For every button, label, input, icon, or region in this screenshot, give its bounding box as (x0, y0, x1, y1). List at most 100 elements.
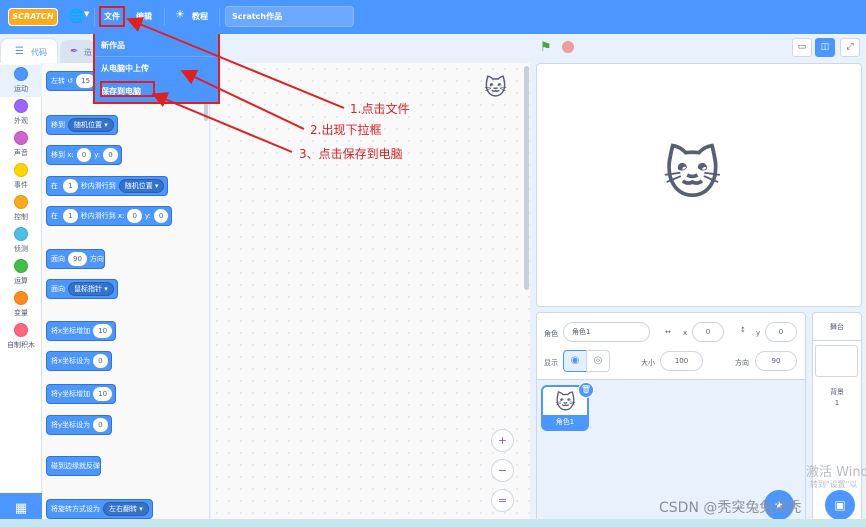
stage-thumbnail[interactable] (815, 345, 858, 377)
rotation-style-block[interactable]: 将旋转方式设为 左右翻转 ▾ (46, 499, 153, 519)
point-towards-block[interactable]: 面向 鼠标指针 ▾ (46, 279, 118, 299)
edit-menu-button[interactable]: 编辑 (136, 11, 152, 22)
block-dropdown[interactable]: 左右翻转 ▾ (103, 502, 149, 516)
category-looks[interactable]: 外观 (0, 97, 42, 129)
block-input[interactable]: 0 (153, 209, 169, 223)
change-y-block[interactable]: 将y坐标增加 10 (46, 384, 117, 404)
category-my-blocks[interactable]: 自制积木 (0, 321, 42, 353)
menu-divider (164, 8, 165, 26)
zoom-reset-button[interactable]: = (491, 489, 514, 512)
block-label: 面向 (51, 285, 65, 293)
category-label: 声音 (14, 149, 28, 157)
menu-item-load[interactable]: 从电脑中上传 (101, 63, 149, 74)
block-input[interactable]: 10 (93, 387, 113, 401)
category-dot-icon (14, 323, 28, 337)
block-label: 秒内滑行到 x: (80, 212, 125, 220)
block-input[interactable]: 0 (93, 418, 108, 432)
hide-eye-icon[interactable]: ◎ (586, 350, 610, 372)
menu-divider (94, 8, 95, 26)
sprite-cat-icon: 🐱 (555, 390, 576, 414)
block-label: 将x坐标设为 (51, 357, 91, 365)
block-label: 将x坐标增加 (51, 327, 91, 335)
sprite-name-input[interactable]: 角色1 (563, 322, 650, 342)
set-x-block[interactable]: 将x坐标设为 0 (46, 351, 112, 371)
block-input[interactable]: 1 (63, 179, 78, 193)
add-backdrop-button[interactable]: ▣ (825, 490, 855, 520)
x-input[interactable]: 0 (692, 322, 724, 342)
y-input[interactable]: 0 (765, 322, 797, 342)
goto-xy-block[interactable]: 移到 x: 0 y: 0 (46, 145, 122, 165)
direction-input[interactable]: 90 (755, 351, 797, 371)
small-stage-button[interactable]: ▭ (792, 38, 812, 57)
zoom-out-button[interactable]: − (491, 459, 514, 482)
menu-divider (95, 56, 218, 57)
block-dropdown[interactable]: 随机位置 ▾ (68, 118, 114, 132)
block-dropdown-value: 左右翻转 (109, 505, 137, 513)
category-control[interactable]: 控制 (0, 193, 42, 225)
block-input[interactable]: 0 (93, 354, 108, 368)
goto-block[interactable]: 移到 随机位置 ▾ (46, 115, 118, 135)
category-label: 运算 (14, 277, 28, 285)
lightbulb-icon: ☀ (175, 8, 185, 21)
category-events[interactable]: 事件 (0, 161, 42, 193)
size-input[interactable]: 100 (660, 351, 703, 371)
block-input[interactable]: 10 (93, 324, 113, 338)
block-label: 面向 (51, 255, 65, 263)
category-label: 自制积木 (7, 341, 35, 349)
brush-icon: ✒ (70, 46, 79, 57)
scratch-logo[interactable]: SCRATCH (8, 8, 58, 26)
palette-scrollbar[interactable] (204, 103, 208, 121)
block-label: 将y坐标增加 (51, 390, 91, 398)
category-sensing[interactable]: 侦测 (0, 225, 42, 257)
sprite-cat-icon[interactable]: 🐱 (663, 147, 721, 203)
block-input[interactable]: 0 (76, 148, 92, 162)
block-dropdown[interactable]: 随机位置 ▾ (118, 179, 165, 193)
menu-bar (0, 0, 866, 34)
category-motion[interactable]: 运动 (0, 65, 42, 97)
block-label: 将旋转方式设为 (51, 505, 100, 513)
fullscreen-icon[interactable]: ⤢ (840, 38, 860, 57)
tab-costumes[interactable]: ✒ 造 (60, 40, 96, 64)
tutorials-menu-button[interactable]: 教程 (192, 11, 208, 22)
green-flag-icon[interactable]: ⚑ (540, 40, 552, 55)
y-arrows-icon: ↕ (740, 326, 746, 334)
category-sound[interactable]: 声音 (0, 129, 42, 161)
chevron-down-icon: ▼ (84, 10, 90, 18)
show-eye-icon[interactable]: ◉ (563, 350, 587, 372)
category-dot-icon (14, 67, 28, 81)
category-operators[interactable]: 运算 (0, 257, 42, 289)
block-input[interactable]: 0 (127, 209, 142, 223)
block-label: 在 (51, 212, 58, 220)
block-label: y: (94, 151, 101, 159)
zoom-in-button[interactable]: + (491, 429, 514, 452)
trash-icon[interactable]: 🗑 (578, 382, 594, 398)
large-stage-button[interactable]: ◫ (815, 38, 835, 57)
file-menu-button[interactable]: 文件 (99, 6, 125, 27)
bounce-block[interactable]: 碰到边缘就反弹 (46, 456, 101, 476)
category-label: 变量 (14, 309, 28, 317)
tab-code-label: 代码 (31, 48, 47, 57)
save-highlight-box (100, 81, 155, 97)
point-direction-block[interactable]: 面向 90 方向 (46, 249, 105, 269)
block-input[interactable]: 90 (68, 252, 87, 266)
globe-icon[interactable]: 🌐 (68, 8, 84, 25)
category-menu: 运动 外观 声音 事件 控制 侦测 运算 变量 自制积木 (0, 63, 42, 527)
backdrop-count: 1 (834, 399, 840, 407)
glide-to-block[interactable]: 在 1 秒内滑行到 随机位置 ▾ (46, 176, 169, 196)
tab-code[interactable]: ☰ 代码 (0, 38, 58, 64)
set-y-block[interactable]: 将y坐标设为 0 (46, 415, 112, 435)
project-title-input[interactable]: Scratch作品 (225, 6, 354, 27)
category-variables[interactable]: 变量 (0, 289, 42, 321)
script-scrollbar[interactable] (524, 66, 529, 290)
turn-left-block[interactable]: 左转 ↺ 15 (46, 71, 100, 91)
stop-icon[interactable] (562, 41, 574, 53)
menu-item-new[interactable]: 新作品 (101, 40, 125, 51)
block-input[interactable]: 1 (63, 209, 78, 223)
change-x-block[interactable]: 将x坐标增加 10 (46, 321, 117, 341)
glide-xy-block[interactable]: 在 1 秒内滑行到 x: 0 y: 0 (46, 206, 173, 226)
category-dot-icon (14, 131, 28, 145)
block-label: 左转 (51, 77, 65, 85)
block-dropdown[interactable]: 鼠标指针 ▾ (68, 282, 114, 296)
block-input[interactable]: 0 (103, 148, 118, 162)
category-dot-icon (14, 195, 28, 209)
